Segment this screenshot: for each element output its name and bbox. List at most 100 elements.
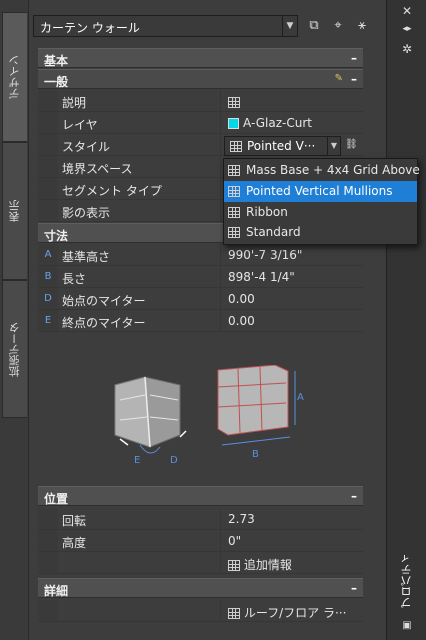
description-edit-icon[interactable] bbox=[228, 95, 240, 109]
figure-label-e: E bbox=[134, 455, 140, 465]
additional-info-button[interactable]: 追加情報 bbox=[228, 556, 292, 573]
property-row-layer[interactable]: レイヤ A-Glaz-Curt bbox=[38, 112, 363, 134]
style-option-pointed-vertical-mullions[interactable]: Pointed Vertical Mullions bbox=[224, 181, 417, 202]
additional-info-label: 追加情報 bbox=[243, 558, 292, 572]
style-manager-icon[interactable]: ⛓ bbox=[345, 139, 358, 150]
property-name: 影の表示 bbox=[62, 206, 111, 220]
property-value[interactable]: 0.00 bbox=[228, 314, 255, 328]
style-option-mass-base[interactable]: Mass Base + 4x4 Grid Above bbox=[224, 160, 420, 181]
section-details-collapse[interactable]: – bbox=[351, 581, 357, 595]
property-name: レイヤ bbox=[62, 118, 98, 132]
property-name: 説明 bbox=[62, 96, 87, 110]
property-row-additional-info[interactable]: 追加情報 bbox=[38, 552, 363, 574]
tab-display-label: 表示 bbox=[8, 200, 21, 222]
object-type-select[interactable]: カーテン ウォール ▼ bbox=[33, 15, 298, 37]
tab-extended-data-label: 拡張データ bbox=[8, 321, 21, 377]
autohide-icon[interactable]: ◂▸ bbox=[387, 24, 426, 34]
section-basic-label: 基本 bbox=[44, 54, 69, 68]
pick-object-icon[interactable]: ⌖ bbox=[329, 17, 347, 35]
style-option-ribbon[interactable]: Ribbon bbox=[224, 202, 417, 223]
layer-color-swatch bbox=[228, 118, 239, 129]
roof-floor-line-label: ルーフ/フロア ラ··· bbox=[243, 606, 347, 620]
section-details-label: 詳細 bbox=[44, 584, 69, 598]
style-option-label: Pointed Vertical Mullions bbox=[246, 184, 393, 198]
style-grid-icon bbox=[228, 186, 240, 197]
property-name: セグメント タイプ bbox=[62, 184, 162, 198]
chevron-down-icon: ▼ bbox=[282, 16, 297, 36]
property-row-end-miter[interactable]: E 終点のマイター 0.00 bbox=[38, 310, 363, 332]
info-grid-icon bbox=[228, 560, 240, 571]
property-value[interactable]: 898'-4 1/4" bbox=[228, 270, 295, 284]
property-filter-icon[interactable]: ✎ bbox=[335, 73, 343, 84]
close-icon[interactable]: ✕ bbox=[387, 4, 426, 18]
property-row-description[interactable]: 説明 bbox=[38, 90, 363, 112]
figure-label-b: B bbox=[252, 449, 259, 460]
property-name: スタイル bbox=[62, 140, 111, 154]
section-general-collapse[interactable]: – bbox=[351, 72, 357, 86]
style-select[interactable]: Pointed V··· ▼ bbox=[224, 136, 341, 156]
curtain-wall-panel-illustration: A B bbox=[217, 365, 304, 460]
left-tab-strip: デザイン 表示 拡張データ bbox=[0, 0, 28, 640]
property-value[interactable]: 990'-7 3/16" bbox=[228, 248, 302, 262]
dimension-key: A bbox=[38, 244, 58, 265]
property-name: 長さ bbox=[62, 272, 87, 286]
style-option-standard[interactable]: Standard bbox=[224, 222, 417, 243]
section-basic-collapse[interactable]: – bbox=[351, 51, 357, 65]
section-location-label: 位置 bbox=[44, 492, 69, 506]
dimension-key: E bbox=[38, 310, 58, 331]
tab-extended-data[interactable]: 拡張データ bbox=[2, 280, 27, 418]
section-location-collapse[interactable]: – bbox=[351, 489, 357, 503]
section-general-label: 一般 bbox=[44, 75, 69, 89]
property-row-base-height[interactable]: A 基準高さ 990'-7 3/16" bbox=[38, 244, 363, 266]
style-select-value: Pointed V··· bbox=[247, 139, 316, 153]
tab-design-label: デザイン bbox=[8, 55, 21, 99]
dimension-key: D bbox=[38, 288, 58, 309]
style-grid-icon bbox=[228, 227, 240, 238]
object-type-value: カーテン ウォール bbox=[40, 21, 140, 35]
property-row-rotation[interactable]: 回転 2.73 bbox=[38, 508, 363, 530]
quick-select-icon[interactable]: ⚹ bbox=[353, 17, 371, 35]
property-row-start-miter[interactable]: D 始点のマイター 0.00 bbox=[38, 288, 363, 310]
style-grid-icon bbox=[228, 165, 240, 176]
section-location[interactable]: 位置 – bbox=[38, 486, 363, 506]
style-dropdown-list: Mass Base + 4x4 Grid Above Pointed Verti… bbox=[223, 158, 420, 245]
figure-label-a: A bbox=[297, 392, 304, 403]
property-row-roof-floor-line[interactable]: ルーフ/フロア ラ··· bbox=[38, 600, 363, 622]
palette-menu-icon[interactable]: ▣ bbox=[387, 620, 426, 631]
add-selection-icon[interactable]: ⧉ bbox=[305, 17, 323, 35]
section-general[interactable]: 一般 ✎ – bbox=[38, 69, 363, 89]
property-name: 始点のマイター bbox=[62, 294, 146, 308]
style-grid-icon bbox=[230, 141, 242, 152]
section-basic[interactable]: 基本 – bbox=[38, 48, 363, 68]
dimension-key: B bbox=[38, 266, 58, 287]
property-value[interactable]: 0" bbox=[228, 534, 241, 548]
property-row-elevation[interactable]: 高度 0" bbox=[38, 530, 363, 552]
style-option-label: Standard bbox=[246, 225, 301, 239]
section-details[interactable]: 詳細 – bbox=[38, 578, 363, 598]
miter-corner-illustration: E D bbox=[114, 376, 187, 465]
figure-label-d: D bbox=[170, 455, 178, 465]
property-value[interactable]: 2.73 bbox=[228, 512, 255, 526]
style-grid-icon bbox=[228, 207, 240, 218]
property-name: 終点のマイター bbox=[62, 316, 146, 330]
chevron-down-icon: ▼ bbox=[327, 137, 340, 155]
layer-value[interactable]: A-Glaz-Curt bbox=[228, 116, 312, 130]
style-option-label: Mass Base + 4x4 Grid Above bbox=[246, 163, 420, 177]
tab-design[interactable]: デザイン bbox=[2, 12, 27, 142]
property-value[interactable]: 0.00 bbox=[228, 292, 255, 306]
property-name: 高度 bbox=[62, 536, 87, 550]
tab-display[interactable]: 表示 bbox=[2, 142, 27, 280]
property-name: 境界スペース bbox=[62, 162, 133, 176]
palette-title-bar: ✕ ◂▸ ✲ プロパティ ▣ bbox=[386, 0, 426, 640]
palette-title: プロパティ bbox=[387, 545, 426, 615]
style-option-label: Ribbon bbox=[246, 205, 288, 219]
palette-title-text: プロパティ bbox=[400, 552, 413, 608]
property-name: 回転 bbox=[62, 514, 87, 528]
property-name: 基準高さ bbox=[62, 250, 111, 264]
roof-floor-grid-icon bbox=[228, 608, 240, 619]
curtain-wall-dimension-diagram: E D A B bbox=[114, 365, 304, 465]
property-row-length[interactable]: B 長さ 898'-4 1/4" bbox=[38, 266, 363, 288]
settings-icon[interactable]: ✲ bbox=[387, 42, 426, 56]
roof-floor-line-button[interactable]: ルーフ/フロア ラ··· bbox=[228, 604, 346, 621]
layer-value-text: A-Glaz-Curt bbox=[243, 116, 312, 130]
